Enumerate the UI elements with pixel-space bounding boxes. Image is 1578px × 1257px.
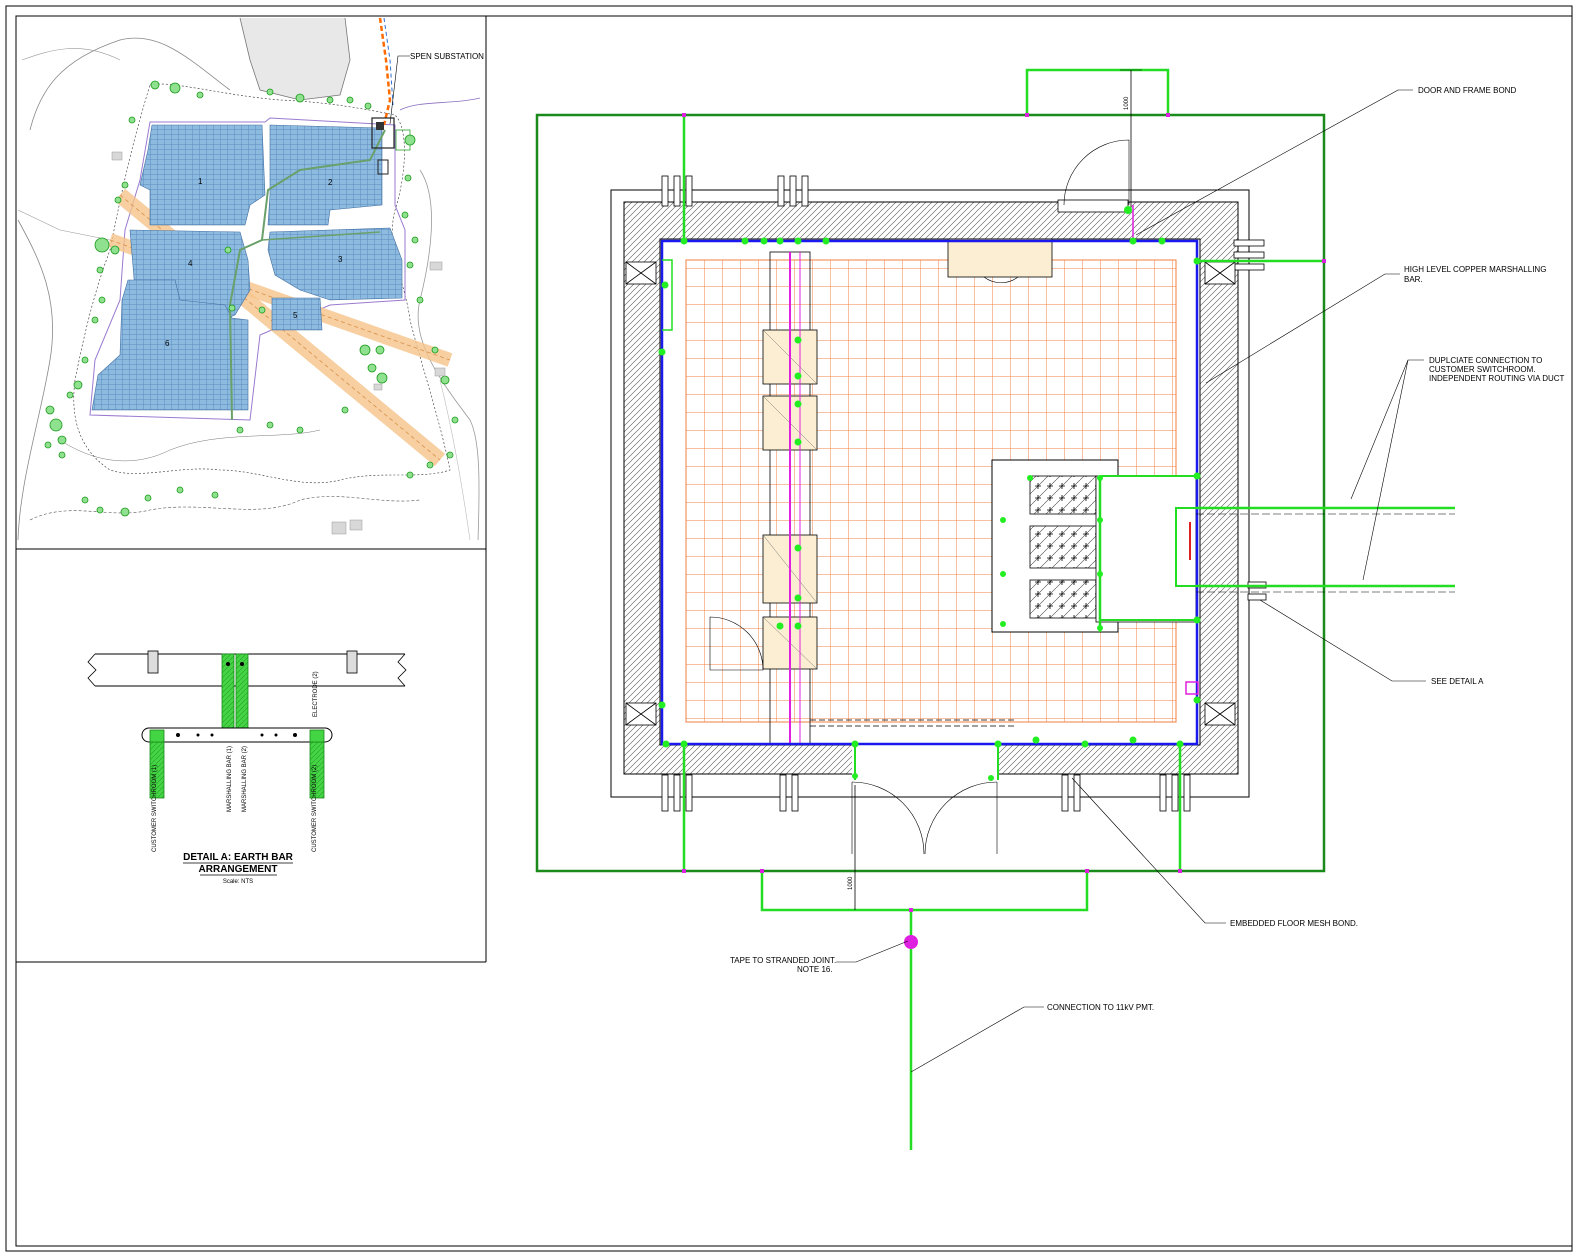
dimension-top: 1000 <box>1124 96 1130 110</box>
callout-tape-joint-l1: TAPE TO STRANDED JOINT. <box>730 956 836 965</box>
field-number-5: 5 <box>293 311 298 320</box>
callout-duplicate-l3: INDEPENDENT ROUTING VIA DUCT <box>1429 374 1565 383</box>
callout-connection-11kv: CONNECTION TO 11kV PMT. <box>1047 1003 1154 1012</box>
detail-label-marshalling-2: MARSHALLING BAR (2) <box>242 746 248 812</box>
callout-duplicate-l1: DUPLCIATE CONNECTION TO <box>1429 356 1542 365</box>
field-number-6: 6 <box>165 339 170 348</box>
detail-title: DETAIL A: EARTH BAR <box>183 852 294 863</box>
callout-marshalling-bar-l1: HIGH LEVEL COPPER MARSHALLING <box>1404 265 1546 274</box>
field-number-1: 1 <box>198 177 203 186</box>
substation-earthing-plan: 1000 1000 DOOR AND FRAME BOND HIGH LEVEL… <box>535 68 1565 1150</box>
detail-label-customer-2: CUSTOMER SWITCHROOM (2) <box>312 765 318 852</box>
callout-see-detail-a: SEE DETAIL A <box>1431 677 1484 686</box>
callout-door-frame-bond: DOOR AND FRAME BOND <box>1418 86 1516 95</box>
callout-marshalling-bar-l2: BAR. <box>1404 275 1423 284</box>
field-number-2: 2 <box>328 178 333 187</box>
site-location-plan: 1 2 3 4 5 6 SPEN SUBSTATION <box>17 17 484 541</box>
detail-scale: Scale: NTS <box>223 879 253 885</box>
spen-substation-label: SPEN SUBSTATION <box>410 52 484 61</box>
detail-label-customer-1: CUSTOMER SWITCHROOM (1) <box>152 765 158 852</box>
field-number-4: 4 <box>188 259 193 268</box>
callout-floor-mesh-bond: EMBEDDED FLOOR MESH BOND. <box>1230 919 1358 928</box>
field-number-3: 3 <box>338 255 343 264</box>
detail-a-earth-bar: CUSTOMER SWITCHROOM (1) MARSHALLING BAR … <box>87 650 407 885</box>
drawing-sheet: 1 2 3 4 5 6 SPEN SUBSTATION CUSTOMER SWI… <box>5 5 1573 1252</box>
dimension-bottom: 1000 <box>848 876 854 890</box>
callout-duplicate-l2: CUSTOMER SWITCHROOM. <box>1429 365 1536 374</box>
detail-label-marshalling-1: MARSHALLING BAR (1) <box>227 746 233 812</box>
detail-title-line2: ARRANGEMENT <box>199 864 278 875</box>
callout-tape-joint-l2: NOTE 16. <box>797 965 833 974</box>
detail-label-electrode: ELECTRODE (2) <box>313 671 319 717</box>
